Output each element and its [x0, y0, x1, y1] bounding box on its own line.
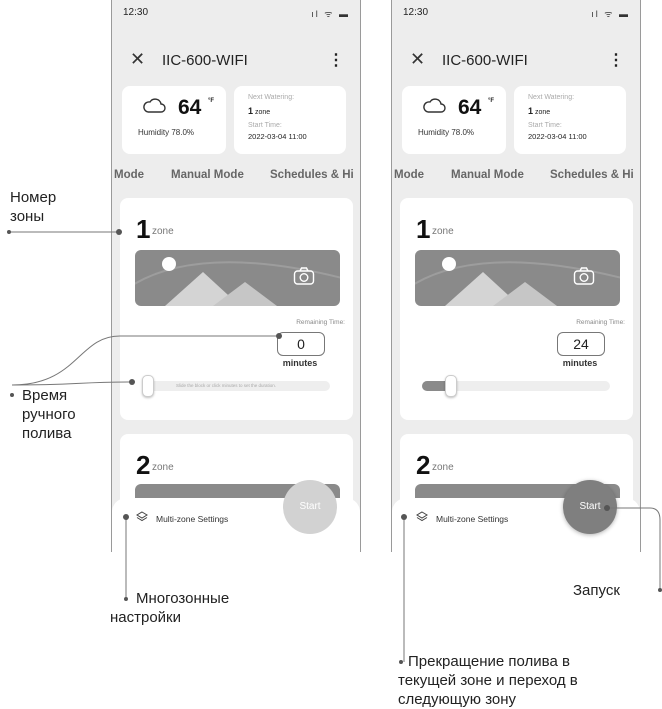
callout-dot — [401, 514, 407, 520]
annotation-line: Прекращение полива в — [408, 653, 570, 670]
annotation-start: Запуск — [573, 582, 620, 599]
annotation-line: Номер — [10, 189, 57, 206]
callout-dot — [276, 333, 282, 339]
callout-dot — [604, 505, 610, 511]
annotation-line: Время — [22, 387, 68, 404]
annotation-line: настройки — [110, 609, 182, 626]
annotation-line: полива — [22, 425, 72, 442]
annotation-line: Многозонные — [136, 590, 230, 607]
callout-dot — [116, 229, 122, 235]
callout-dot — [129, 379, 135, 385]
annotation-manual-time: Время ручного полива — [22, 386, 76, 443]
annotation-line: текущей зоне и переход в — [398, 672, 578, 689]
callout-lines — [9, 231, 661, 662]
annotation-stop: Прекращение полива в текущей зоне и пере… — [398, 652, 578, 709]
annotation-line: зоны — [10, 208, 45, 225]
annotation-multizone: Многозонные настройки — [110, 589, 229, 627]
callout-dot — [658, 588, 662, 592]
callout-dot — [7, 230, 11, 234]
annotation-line: ручного — [22, 406, 76, 423]
callout-dot — [123, 514, 129, 520]
annotation-zone-number: Номер зоны — [10, 188, 56, 226]
callout-dot — [10, 393, 14, 397]
